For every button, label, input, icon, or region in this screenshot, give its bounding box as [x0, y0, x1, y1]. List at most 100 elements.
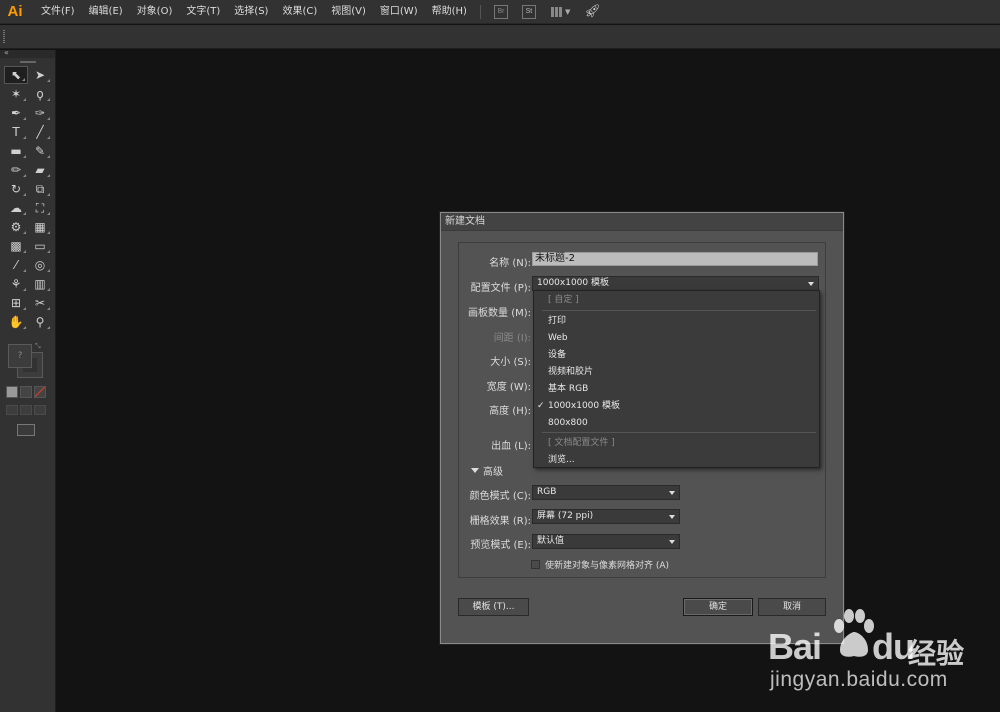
swap-fill-stroke-icon[interactable]: ⤡: [35, 342, 41, 351]
draw-inside-button[interactable]: [34, 405, 46, 415]
menu-effect[interactable]: 效果(C): [275, 0, 324, 24]
control-bar-grip[interactable]: [3, 30, 5, 44]
profile-option[interactable]: 视频和胶片: [534, 364, 819, 381]
fill-swatch[interactable]: ?: [8, 344, 32, 368]
pencil-tool-icon[interactable]: ✏: [4, 161, 28, 179]
zoom-tool-icon[interactable]: ⚲: [28, 313, 52, 331]
profile-option-label: 浏览...: [548, 455, 575, 465]
raster-effects-select[interactable]: 屏幕 (72 ppi): [532, 509, 680, 524]
collapse-panel-icon[interactable]: «: [4, 48, 9, 57]
bridge-button[interactable]: Br: [493, 4, 508, 19]
baidu-paw-icon: [834, 609, 874, 657]
arrange-documents-button[interactable]: ▼: [550, 6, 571, 17]
draw-normal-button[interactable]: [6, 405, 18, 415]
rectangle-tool-icon[interactable]: ▬: [4, 142, 28, 160]
hand-tool-icon[interactable]: ✋: [4, 313, 28, 331]
color-mode-label: 颜色模式 (C):: [469, 491, 531, 502]
profile-option[interactable]: 基本 RGB: [534, 381, 819, 398]
profile-option[interactable]: 打印: [534, 313, 819, 330]
profile-option[interactable]: 浏览...: [534, 452, 819, 469]
menu-window[interactable]: 窗口(W): [373, 0, 425, 24]
color-mode-select[interactable]: RGB: [532, 485, 680, 500]
profile-option-label: 打印: [548, 316, 567, 326]
direct-selection-tool-icon[interactable]: ➤: [28, 66, 52, 84]
pen-tool-icon[interactable]: ✒: [4, 104, 28, 122]
scale-tool-icon[interactable]: ⧉: [28, 180, 52, 198]
profile-option[interactable]: 800x800: [534, 415, 819, 432]
magic-wand-tool-icon[interactable]: ✶: [4, 85, 28, 103]
watermark-url: jingyan.baidu.com: [770, 668, 948, 691]
paintbrush-tool-icon[interactable]: ✎: [28, 142, 52, 160]
preview-mode-select[interactable]: 默认值: [532, 534, 680, 549]
warp-tool-icon[interactable]: ☁: [4, 199, 28, 217]
mesh-tool-icon[interactable]: ▩: [4, 237, 28, 255]
perspective-grid-tool-icon[interactable]: ▦: [28, 218, 52, 236]
artboards-label: 画板数量 (M):: [468, 308, 531, 319]
curvature-tool-icon[interactable]: ✑: [28, 104, 52, 122]
menu-items: 文件(F) 编辑(E) 对象(O) 文字(T) 选择(S) 效果(C) 视图(V…: [34, 0, 474, 24]
lasso-tool-icon[interactable]: ϙ: [28, 85, 52, 103]
align-pixel-grid-checkbox[interactable]: [531, 560, 540, 569]
fill-stroke-widget[interactable]: ? ⤡: [5, 342, 45, 378]
profile-option-label: 设备: [548, 350, 567, 360]
symbol-sprayer-tool-icon[interactable]: ⚘: [4, 275, 28, 293]
free-transform-tool-icon[interactable]: ⛶: [28, 199, 52, 217]
profile-select[interactable]: 1000x1000 模板: [532, 276, 819, 291]
spacing-label: 间距 (I):: [493, 333, 531, 344]
screen-mode-button[interactable]: [17, 424, 35, 436]
ok-button[interactable]: 确定: [683, 598, 753, 616]
color-mode-row: [6, 386, 46, 398]
align-pixel-grid-row[interactable]: 使新建对象与像素网格对齐 (A): [531, 558, 669, 571]
profile-option-label: 基本 RGB: [548, 384, 589, 394]
preview-mode-value: 默认值: [537, 536, 565, 546]
eraser-tool-icon[interactable]: ▰: [28, 161, 52, 179]
size-label: 大小 (S):: [490, 357, 531, 368]
app-logo: Ai: [7, 2, 23, 20]
column-graph-tool-icon[interactable]: ▥: [28, 275, 52, 293]
blend-tool-icon[interactable]: ◎: [28, 256, 52, 274]
chevron-down-icon: ▼: [564, 7, 571, 16]
advanced-toggle[interactable]: 高级: [471, 463, 503, 478]
gradient-tool-icon[interactable]: ▭: [28, 237, 52, 255]
menu-file[interactable]: 文件(F): [34, 0, 82, 24]
align-pixel-grid-label: 使新建对象与像素网格对齐 (A): [545, 561, 670, 571]
profile-option[interactable]: ✓ 1000x1000 模板: [534, 398, 819, 415]
type-tool-icon[interactable]: T: [4, 123, 28, 141]
chevron-down-icon: [669, 491, 675, 495]
stock-button[interactable]: St: [521, 4, 536, 19]
name-label: 名称 (N):: [489, 258, 531, 269]
tools-panel-header: «: [0, 48, 55, 58]
draw-behind-button[interactable]: [20, 405, 32, 415]
bleed-label: 出血 (L):: [491, 441, 531, 452]
none-button[interactable]: [34, 386, 46, 398]
profile-dropdown-list: [ 自定 ] 打印 Web 设备 视频和胶片 基本 RGB ✓ 1000x1000 模板 800…: [533, 290, 820, 468]
selection-tool-icon[interactable]: ⬉: [4, 66, 28, 84]
tools-panel-grip[interactable]: [0, 58, 55, 66]
profile-option[interactable]: 设备: [534, 347, 819, 364]
line-tool-icon[interactable]: ╱: [28, 123, 52, 141]
artboard-tool-icon[interactable]: ⊞: [4, 294, 28, 312]
name-input[interactable]: 未标题-2: [532, 252, 818, 266]
dropdown-divider: [542, 432, 816, 433]
profile-option-label: 视频和胶片: [548, 367, 594, 377]
slice-tool-icon[interactable]: ✂: [28, 294, 52, 312]
menu-view[interactable]: 视图(V): [324, 0, 373, 24]
profile-option-label: 1000x1000 模板: [548, 401, 620, 411]
gradient-button[interactable]: [20, 386, 32, 398]
menu-help[interactable]: 帮助(H): [425, 0, 474, 24]
color-button[interactable]: [6, 386, 18, 398]
profile-select-value: 1000x1000 模板: [537, 278, 609, 288]
menu-edit[interactable]: 编辑(E): [82, 0, 130, 24]
shape-builder-tool-icon[interactable]: ⚙: [4, 218, 28, 236]
templates-button[interactable]: 模板 (T)...: [458, 598, 529, 616]
profile-option-label: [ 文档配置文件 ]: [548, 438, 615, 448]
gpu-performance-icon[interactable]: 🚀︎: [584, 4, 601, 19]
profile-option[interactable]: Web: [534, 330, 819, 347]
width-label: 宽度 (W):: [486, 382, 531, 393]
eyedropper-tool-icon[interactable]: ⁄: [4, 256, 28, 274]
menu-type[interactable]: 文字(T): [179, 0, 227, 24]
menu-select[interactable]: 选择(S): [227, 0, 275, 24]
profile-label: 配置文件 (P):: [470, 283, 531, 294]
menu-object[interactable]: 对象(O): [130, 0, 180, 24]
rotate-tool-icon[interactable]: ↻: [4, 180, 28, 198]
